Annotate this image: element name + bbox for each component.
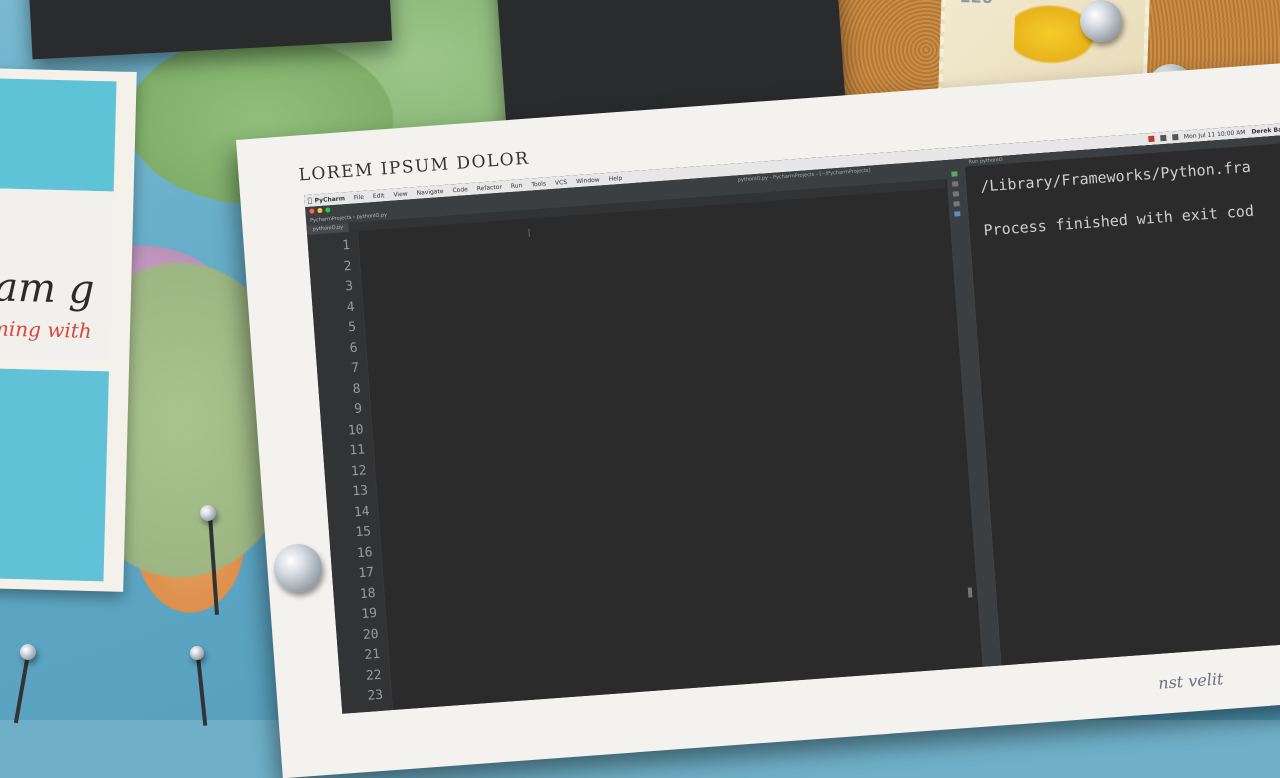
scroll-to-end-icon[interactable]: [953, 201, 960, 207]
frame-title: LOREM IPSUM DOLOR: [298, 148, 531, 186]
line-number: 10: [347, 421, 365, 439]
left-card-subline: aming with: [0, 315, 93, 343]
menu-app-name[interactable]: PyCharm: [314, 195, 345, 204]
text-cursor: [528, 228, 530, 237]
code-editor[interactable]: [358, 188, 982, 711]
line-number: 9: [353, 401, 363, 418]
menu-edit[interactable]: Edit: [373, 192, 385, 200]
line-number: 20: [362, 626, 380, 643]
menu-window[interactable]: Window: [576, 176, 600, 185]
stop-icon[interactable]: [951, 181, 959, 187]
menu-file[interactable]: File: [354, 193, 365, 201]
line-number: 12: [350, 462, 368, 479]
scrollbar-marker[interactable]: [967, 587, 973, 598]
menu-user[interactable]: Derek Banas: [1251, 125, 1280, 135]
zoom-window-button[interactable]: [325, 207, 331, 213]
line-number: 5: [347, 319, 357, 336]
menu-code[interactable]: Code: [452, 186, 468, 194]
push-pin-icon: [190, 646, 204, 660]
line-number: 2: [343, 258, 353, 274]
line-number: 6: [349, 340, 359, 356]
line-number: 17: [357, 565, 375, 582]
stamp-value: 120: [959, 0, 993, 7]
line-number: 16: [356, 544, 374, 561]
run-icon[interactable]: [951, 171, 958, 177]
push-pin-icon: [274, 544, 322, 592]
frame-footer-text: nst velit: [1157, 669, 1224, 693]
menu-refactor[interactable]: Refactor: [477, 183, 503, 192]
menu-view[interactable]: View: [393, 190, 408, 198]
line-number: 15: [354, 524, 372, 541]
line-number: 4: [346, 299, 356, 315]
push-pin-icon: [1080, 0, 1122, 42]
run-console-panel: Run pythonIO /Library/Frameworks/Python.…: [963, 133, 1280, 678]
menu-tools[interactable]: Tools: [531, 180, 546, 188]
menu-help[interactable]: Help: [608, 174, 622, 182]
menu-run[interactable]: Run: [511, 182, 523, 190]
console-output-line: Process finished with exit cod: [982, 201, 1255, 240]
menu-navigate[interactable]: Navigate: [416, 187, 443, 196]
battery-icon[interactable]: [1171, 134, 1179, 141]
settings-icon[interactable]: [954, 211, 961, 217]
record-icon[interactable]: [1147, 135, 1155, 143]
line-number: 3: [344, 278, 354, 295]
line-number: 13: [351, 483, 369, 500]
left-promo-card: ram g aming with: [0, 68, 137, 592]
framed-screenshot-card: LOREM IPSUM DOLOR  PyCharm File Edit Vi…: [236, 60, 1280, 778]
line-number: 21: [363, 646, 381, 663]
close-window-button[interactable]: [309, 208, 315, 214]
line-number: 14: [353, 503, 371, 520]
console-output-line: /Library/Frameworks/Python.fra: [979, 157, 1252, 196]
minimize-window-button[interactable]: [317, 207, 323, 214]
line-number: 18: [359, 585, 377, 602]
pycharm-window:  PyCharm File Edit View Navigate Code R…: [304, 121, 1280, 714]
line-number: 22: [365, 667, 383, 684]
push-pin-icon: [200, 505, 216, 521]
rerun-icon[interactable]: [952, 191, 960, 197]
left-card-headline: ram g: [0, 263, 95, 314]
line-number: 23: [366, 687, 384, 704]
line-number: 7: [350, 360, 360, 377]
line-number: 11: [348, 442, 366, 459]
push-pin-icon: [20, 644, 36, 660]
line-number: 8: [352, 381, 362, 397]
line-number: 1: [341, 237, 351, 254]
line-number: 19: [360, 605, 378, 623]
menu-vcs[interactable]: VCS: [555, 178, 568, 186]
wifi-icon[interactable]: [1159, 134, 1167, 142]
apple-icon[interactable]: : [304, 196, 315, 205]
